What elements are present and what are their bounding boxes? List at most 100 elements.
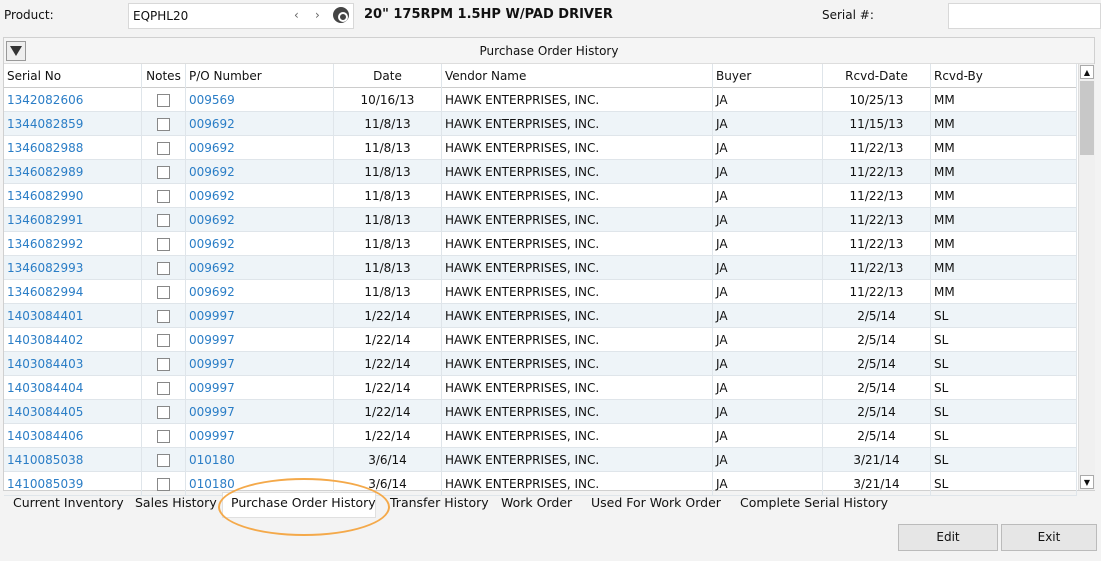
cell-link[interactable]: 010180	[186, 448, 334, 472]
table-row[interactable]: 1346082989 009692 11/8/13 HAWK ENTERPRISES,…	[4, 160, 1077, 184]
cell-link[interactable]: 1403084405	[4, 400, 142, 424]
column-header[interactable]: Rcvd-Date	[823, 64, 931, 88]
notes-checkbox[interactable]	[157, 118, 170, 131]
cell-link[interactable]: 009692	[186, 136, 334, 160]
cell-link[interactable]: 009997	[186, 400, 334, 424]
column-header[interactable]: Rcvd-By	[931, 64, 1077, 88]
table-row[interactable]: 1342082606 009569 10/16/13 HAWK ENTERPRISES…	[4, 88, 1077, 112]
notes-checkbox[interactable]	[157, 190, 170, 203]
cell-link[interactable]: 1403084404	[4, 376, 142, 400]
tab-work-order[interactable]: Work Order	[501, 495, 572, 510]
column-header[interactable]: Date	[334, 64, 442, 88]
scroll-thumb[interactable]	[1080, 81, 1094, 155]
cell-link[interactable]: 1346082990	[4, 184, 142, 208]
table-row[interactable]: 1403084404 009997 1/22/14 HAWK ENTERPRISES,…	[4, 376, 1077, 400]
table-row[interactable]: 1403084402 009997 1/22/14 HAWK ENTERPRISES,…	[4, 328, 1077, 352]
tab-current-inventory[interactable]: Current Inventory	[13, 495, 124, 510]
column-header[interactable]: P/O Number	[186, 64, 334, 88]
cell-link[interactable]: 1346082989	[4, 160, 142, 184]
filter-icon[interactable]	[6, 41, 26, 61]
tab-used-for-work-order[interactable]: Used For Work Order	[591, 495, 721, 510]
lookup-icon[interactable]	[333, 7, 349, 23]
next-icon[interactable]: ›	[315, 8, 320, 22]
cell-link[interactable]: 1346082991	[4, 208, 142, 232]
cell-link[interactable]: 1342082606	[4, 88, 142, 112]
cell-link[interactable]: 009692	[186, 160, 334, 184]
table-row[interactable]: 1403084405 009997 1/22/14 HAWK ENTERPRISES,…	[4, 400, 1077, 424]
table-row[interactable]: 1403084403 009997 1/22/14 HAWK ENTERPRISES,…	[4, 352, 1077, 376]
table-row[interactable]: 1346082992 009692 11/8/13 HAWK ENTERPRISES,…	[4, 232, 1077, 256]
cell-link[interactable]: 009692	[186, 208, 334, 232]
table-row[interactable]: 1410085039 010180 3/6/14 HAWK ENTERPRISES, …	[4, 472, 1077, 496]
exit-button[interactable]: Exit	[1001, 524, 1097, 551]
cell-link[interactable]: 009997	[186, 352, 334, 376]
cell: JA	[713, 232, 823, 256]
cell-link[interactable]: 1403084406	[4, 424, 142, 448]
cell-link[interactable]: 009692	[186, 112, 334, 136]
product-description: 20" 175RPM 1.5HP W/PAD DRIVER	[364, 7, 613, 22]
tab-sales-history[interactable]: Sales History	[135, 495, 217, 510]
column-header[interactable]: Serial No	[4, 64, 142, 88]
cell-link[interactable]: 1344082859	[4, 112, 142, 136]
notes-checkbox[interactable]	[157, 382, 170, 395]
scroll-up-icon[interactable]: ▲	[1080, 65, 1094, 79]
table-row[interactable]: 1346082994 009692 11/8/13 HAWK ENTERPRISES,…	[4, 280, 1077, 304]
cell-link[interactable]: 009692	[186, 280, 334, 304]
notes-checkbox[interactable]	[157, 478, 170, 491]
table-row[interactable]: 1346082988 009692 11/8/13 HAWK ENTERPRISES,…	[4, 136, 1077, 160]
tab-transfer-history[interactable]: Transfer History	[390, 495, 489, 510]
product-input[interactable]: EQPHL20	[128, 3, 354, 29]
notes-checkbox[interactable]	[157, 214, 170, 227]
notes-checkbox[interactable]	[157, 406, 170, 419]
cell-link[interactable]: 009692	[186, 232, 334, 256]
cell-link[interactable]: 009997	[186, 376, 334, 400]
cell: 2/5/14	[823, 376, 931, 400]
cell: 1/22/14	[334, 352, 442, 376]
notes-checkbox[interactable]	[157, 238, 170, 251]
table-row[interactable]: 1410085038 010180 3/6/14 HAWK ENTERPRISES, …	[4, 448, 1077, 472]
tab-complete-serial-history[interactable]: Complete Serial History	[740, 495, 888, 510]
notes-checkbox[interactable]	[157, 286, 170, 299]
cell-link[interactable]: 009692	[186, 184, 334, 208]
column-header[interactable]: Vendor Name	[442, 64, 713, 88]
serial-input[interactable]	[948, 3, 1101, 29]
notes-checkbox[interactable]	[157, 94, 170, 107]
notes-checkbox[interactable]	[157, 334, 170, 347]
cell-link[interactable]: 009692	[186, 256, 334, 280]
cell-link[interactable]: 1346082992	[4, 232, 142, 256]
notes-checkbox[interactable]	[157, 310, 170, 323]
notes-cell	[142, 208, 186, 232]
scroll-down-icon[interactable]: ▼	[1080, 475, 1094, 489]
cell-link[interactable]: 1346082993	[4, 256, 142, 280]
vertical-scrollbar[interactable]: ▲ ▼	[1078, 64, 1095, 490]
notes-checkbox[interactable]	[157, 430, 170, 443]
notes-checkbox[interactable]	[157, 142, 170, 155]
table-row[interactable]: 1403084401 009997 1/22/14 HAWK ENTERPRISES,…	[4, 304, 1077, 328]
notes-checkbox[interactable]	[157, 358, 170, 371]
table-row[interactable]: 1346082990 009692 11/8/13 HAWK ENTERPRISES,…	[4, 184, 1077, 208]
cell-link[interactable]: 1346082994	[4, 280, 142, 304]
table-row[interactable]: 1346082991 009692 11/8/13 HAWK ENTERPRISES,…	[4, 208, 1077, 232]
previous-icon[interactable]: ‹	[294, 8, 299, 22]
notes-checkbox[interactable]	[157, 262, 170, 275]
cell-link[interactable]: 1346082988	[4, 136, 142, 160]
table-row[interactable]: 1344082859 009692 11/8/13 HAWK ENTERPRISES,…	[4, 112, 1077, 136]
table-row[interactable]: 1346082993 009692 11/8/13 HAWK ENTERPRISES,…	[4, 256, 1077, 280]
cell-link[interactable]: 1410085038	[4, 448, 142, 472]
column-header[interactable]: Notes	[142, 64, 186, 88]
cell-link[interactable]: 009997	[186, 424, 334, 448]
cell-link[interactable]: 1403084403	[4, 352, 142, 376]
column-header[interactable]: Buyer	[713, 64, 823, 88]
column-header-row: Serial No Notes P/O Number Date Vendor Name B…	[4, 64, 1077, 88]
cell-link[interactable]: 1410085039	[4, 472, 142, 496]
notes-checkbox[interactable]	[157, 166, 170, 179]
cell-link[interactable]: 1403084401	[4, 304, 142, 328]
cell-link[interactable]: 1403084402	[4, 328, 142, 352]
table-row[interactable]: 1403084406 009997 1/22/14 HAWK ENTERPRISES,…	[4, 424, 1077, 448]
notes-checkbox[interactable]	[157, 454, 170, 467]
cell-link[interactable]: 009997	[186, 304, 334, 328]
cell-link[interactable]: 009997	[186, 328, 334, 352]
cell-link[interactable]: 009569	[186, 88, 334, 112]
edit-button[interactable]: Edit	[898, 524, 998, 551]
cell: MM	[931, 184, 1077, 208]
